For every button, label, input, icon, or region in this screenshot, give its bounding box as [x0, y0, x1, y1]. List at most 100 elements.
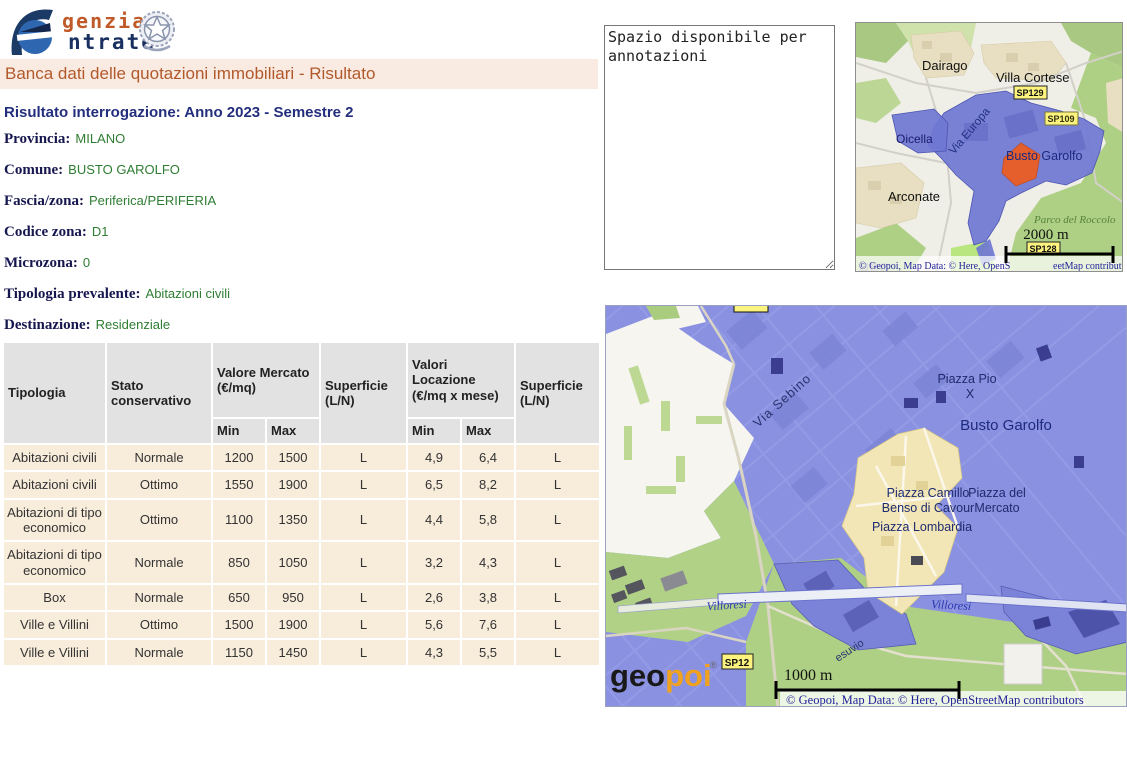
field-microzona: Microzona:0: [4, 255, 594, 275]
cell-vl-max: 7,6: [462, 612, 514, 637]
col-header-valore-mercato: Valore Mercato (€/mq): [213, 343, 319, 417]
cell-sup1: L: [321, 612, 406, 637]
road-badge-sp129-label: SP129: [1016, 88, 1043, 98]
field-label: Tipologia prevalente:: [4, 286, 141, 302]
detail-map-graphic: Via Sebino Piazza Pio X Busto Garolfo Pi…: [606, 306, 1127, 707]
cell-sup2: L: [516, 472, 599, 497]
field-comune: Comune:BUSTO GAROLFO: [4, 162, 594, 182]
cell-sup1: L: [321, 585, 406, 610]
field-fascia-zona: Fascia/zona:Periferica/PERIFERIA: [4, 193, 594, 213]
table-row: BoxNormale650950L2,63,8L: [4, 585, 599, 610]
map-label-piazza-lombardia: Piazza Lombardia: [872, 520, 972, 534]
page-title-text: Banca dati delle quotazioni immobiliari …: [5, 64, 375, 83]
road-badge-sp109-label: SP109: [1047, 114, 1074, 124]
field-destinazione: Destinazione:Residenziale: [4, 317, 594, 337]
cell-sup1: L: [321, 445, 406, 470]
field-value: Periferica/PERIFERIA: [84, 193, 216, 208]
road-badge-sp109: SP109: [1045, 112, 1078, 125]
overview-map-graphic: Dairago Villa Cortese Oicella Via Europa…: [856, 23, 1123, 272]
cell-sup2: L: [516, 612, 599, 637]
map-label-dairago: Dairago: [922, 58, 968, 73]
cell-tipologia: Ville e Villini: [4, 612, 105, 637]
cell-sup2: L: [516, 500, 599, 541]
field-value: D1: [87, 224, 109, 239]
cell-tipologia: Box: [4, 585, 105, 610]
table-row: Abitazioni di tipo economicoOttimo110013…: [4, 500, 599, 541]
cell-stato: Ottimo: [107, 612, 211, 637]
geopoi-logo-poi: poi: [665, 658, 712, 693]
map-label-piazza-pio-x: X: [966, 387, 975, 401]
cell-sup1: L: [321, 500, 406, 541]
cell-vl-max: 5,5: [462, 640, 514, 665]
page: genzia ntrate Banca dati delle quotazion…: [0, 0, 1127, 757]
map-label-piazza-camillo-1: Piazza Camillo: [887, 486, 970, 500]
cell-vl-min: 5,6: [408, 612, 460, 637]
geopoi-logo-geo: geo: [610, 658, 665, 693]
annotations-textarea[interactable]: Spazio disponibile per annotazioni: [604, 25, 835, 270]
cell-vm-max: 1900: [267, 472, 319, 497]
col-header-stato: Stato conservativo: [107, 343, 211, 443]
col-header-superficie-2: Superficie (L/N): [516, 343, 599, 443]
table-row: Ville e VilliniOttimo15001900L5,67,6L: [4, 612, 599, 637]
cell-sup2: L: [516, 445, 599, 470]
map-label-piazza-pio: Piazza Pio: [937, 372, 996, 386]
col-header-max-locazione: Max: [462, 419, 514, 443]
cell-tipologia: Ville e Villini: [4, 640, 105, 665]
cell-vl-min: 6,5: [408, 472, 460, 497]
field-codice-zona: Codice zona:D1: [4, 224, 594, 244]
field-label: Provincia:: [4, 131, 70, 147]
field-label: Destinazione:: [4, 317, 91, 333]
map-label-mercato: Mercato: [974, 501, 1019, 515]
cell-tipologia: Abitazioni civili: [4, 445, 105, 470]
cell-vm-max: 1450: [267, 640, 319, 665]
cell-vm-max: 1350: [267, 500, 319, 541]
col-header-min-locazione: Min: [408, 419, 460, 443]
map-label-villoresi-right: Villoresi: [931, 597, 972, 613]
quotations-table: Tipologia Stato conservativo Valore Merc…: [2, 341, 601, 667]
col-header-valori-locazione: Valori Locazione (€/mq x mese): [408, 343, 514, 417]
field-value: BUSTO GAROLFO: [63, 162, 180, 177]
overview-attribution-left: © Geopoi, Map Data: © Here, OpenS: [859, 261, 1010, 272]
cell-vm-max: 1900: [267, 612, 319, 637]
table-row: Abitazioni civiliOttimo15501900L6,58,2L: [4, 472, 599, 497]
cell-vm-min: 850: [213, 542, 265, 583]
table-row: Abitazioni di tipo economicoNormale85010…: [4, 542, 599, 583]
cell-sup2: L: [516, 640, 599, 665]
cell-vl-max: 5,8: [462, 500, 514, 541]
map-label-busto-garolfo: Busto Garolfo: [960, 417, 1052, 434]
map-label-villa-cortese: Villa Cortese: [996, 70, 1069, 85]
map-label-arconate: Arconate: [888, 189, 940, 204]
cell-sup2: L: [516, 542, 599, 583]
cell-vl-max: 3,8: [462, 585, 514, 610]
col-header-superficie-1: Superficie (L/N): [321, 343, 406, 443]
page-title: Banca dati delle quotazioni immobiliari …: [0, 59, 598, 89]
cell-stato: Normale: [107, 542, 211, 583]
cell-vl-min: 4,3: [408, 640, 460, 665]
field-value: 0: [78, 255, 90, 270]
cell-vm-min: 1200: [213, 445, 265, 470]
col-header-min-mercato: Min: [213, 419, 265, 443]
col-header-tipologia: Tipologia: [4, 343, 105, 443]
road-badge-partial-top: [734, 306, 768, 312]
detail-attribution: © Geopoi, Map Data: © Here, OpenStreetMa…: [786, 693, 1084, 707]
cell-tipologia: Abitazioni civili: [4, 472, 105, 497]
table-row: Abitazioni civiliNormale12001500L4,96,4L: [4, 445, 599, 470]
cell-vm-max: 950: [267, 585, 319, 610]
cell-sup1: L: [321, 542, 406, 583]
cell-vm-min: 1550: [213, 472, 265, 497]
cell-sup2: L: [516, 585, 599, 610]
cell-vl-min: 2,6: [408, 585, 460, 610]
col-header-max-mercato: Max: [267, 419, 319, 443]
result-summary: Risultato interrogazione: Anno 2023 - Se…: [4, 104, 594, 348]
cell-sup1: L: [321, 472, 406, 497]
map-label-piazza-del: Piazza del: [968, 486, 1026, 500]
road-badge-sp12: SP12: [722, 654, 753, 669]
detail-scale-label: 1000 m: [784, 667, 833, 684]
field-value: Abitazioni civili: [141, 286, 231, 301]
cell-vm-max: 1050: [267, 542, 319, 583]
field-label: Microzona:: [4, 255, 78, 271]
agenzia-entrate-logo: genzia ntrate: [8, 2, 178, 58]
road-badge-sp129: SP129: [1014, 86, 1047, 99]
cell-vm-min: 650: [213, 585, 265, 610]
cell-stato: Ottimo: [107, 472, 211, 497]
